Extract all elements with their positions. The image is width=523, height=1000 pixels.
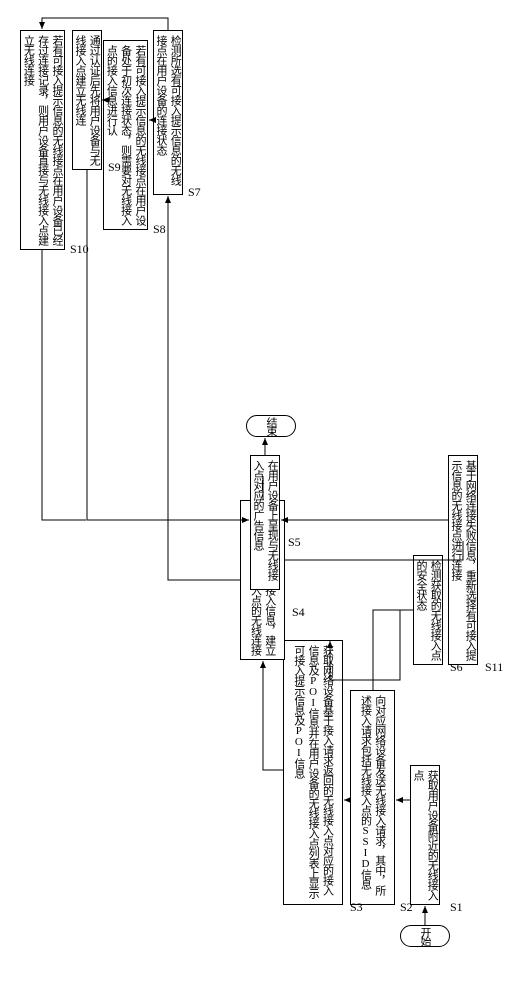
s10-label: S10 <box>70 242 89 257</box>
s5-label: S5 <box>288 535 301 550</box>
step-s7: 检测所选有可接入提示信息的无线接点在用户设备的连接状态 <box>153 30 183 195</box>
s3-label: S3 <box>350 900 363 915</box>
step-s6: 检测获取的无线接入点的安全状态 <box>413 555 443 665</box>
end-terminal: 结束 <box>246 415 296 437</box>
end-label: 结束 <box>263 417 279 435</box>
start-terminal: 开始 <box>400 925 450 947</box>
s5-text: 在用户设备上呈现与无线接入点对应的广告信息 <box>251 460 280 585</box>
s7-label: S7 <box>188 185 201 200</box>
s8-label: S8 <box>153 222 166 237</box>
step-s9: 通过认证后先将用户设备与无线接入点建立无线连 <box>72 30 102 170</box>
s2-text: 向对应网络设备发送无线接入请求，其中，所述接入请求包括无线接入点的SSID信息 <box>358 695 387 900</box>
s9-text: 通过认证后先将用户设备与无线接入点建立无线连 <box>73 35 102 165</box>
s6-text: 检测获取的无线接入点的安全状态 <box>414 560 443 660</box>
s8-text: 若有可接入提示信息的无线接点在用户设备处于初次连接状态，则需要对无线接入点的接入… <box>104 45 147 225</box>
step-s3: 获取网络设备基于接入请求返回的无线接入点对应的接入信息及POI信息并在用户设备的… <box>283 640 343 905</box>
s10-text: 若有可接入提示信息的无线接点在用户设备已经存过连接记录，则用户设备直接与无线接入… <box>21 35 64 245</box>
step-s8: 若有可接入提示信息的无线接点在用户设备处于初次连接状态，则需要对无线接入点的接入… <box>103 40 148 230</box>
s2-label: S2 <box>400 900 413 915</box>
step-s5: 在用户设备上呈现与无线接入点对应的广告信息 <box>250 455 280 590</box>
s1-text: 获取用户设备附近的无线接入点 <box>411 770 440 900</box>
s1-label: S1 <box>450 900 463 915</box>
step-s2: 向对应网络设备发送无线接入请求，其中，所述接入请求包括无线接入点的SSID信息 <box>350 690 395 905</box>
start-label: 开始 <box>417 927 433 945</box>
s11-text: 基于网络连接失败信息，重新选择有可接入提示信息的无线接点进行连接 <box>449 460 478 660</box>
step-s1: 获取用户设备附近的无线接入点 <box>410 765 440 905</box>
step-s11: 基于网络连接失败信息，重新选择有可接入提示信息的无线接点进行连接 <box>448 455 478 665</box>
s9-label: S9 <box>108 160 121 175</box>
s4-label: S4 <box>292 605 305 620</box>
step-s10: 若有可接入提示信息的无线接点在用户设备已经存过连接记录，则用户设备直接与无线接入… <box>20 30 65 250</box>
s11-label: S11 <box>485 660 503 675</box>
s7-text: 检测所选有可接入提示信息的无线接点在用户设备的连接状态 <box>154 35 183 190</box>
s3-text: 获取网络设备基于接入请求返回的无线接入点对应的接入信息及POI信息并在用户设备的… <box>292 645 335 900</box>
